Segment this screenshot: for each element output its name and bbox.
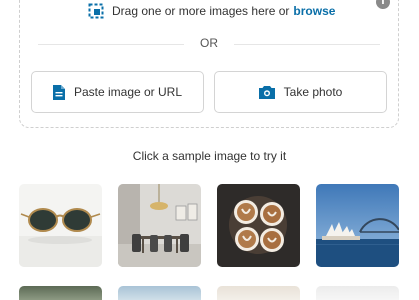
sample-image-dining-room[interactable]	[118, 184, 201, 267]
sample-image-row2-2[interactable]	[118, 286, 201, 300]
sample-image-row2-3[interactable]	[217, 286, 300, 300]
document-icon	[52, 84, 65, 100]
sample-images-title: Click a sample image to try it	[132, 149, 287, 163]
take-photo-button[interactable]: Take photo	[214, 71, 387, 113]
divider-line-left	[38, 44, 184, 45]
divider-line-right	[234, 44, 380, 45]
drag-text: Drag one or more images here or	[112, 4, 290, 18]
paste-image-button[interactable]: Paste image or URL	[31, 71, 204, 113]
sample-image-sunglasses[interactable]	[19, 184, 102, 267]
or-divider: OR	[38, 36, 380, 52]
image-select-icon	[88, 3, 104, 19]
camera-icon	[258, 85, 275, 99]
sample-image-row2-4[interactable]	[316, 286, 399, 300]
drag-instructions: Drag one or more images here or browse	[88, 2, 335, 20]
paste-label: Paste image or URL	[73, 85, 183, 99]
sample-image-row2-1[interactable]	[19, 286, 102, 300]
browse-link[interactable]: browse	[293, 4, 335, 18]
sample-image-latte-art[interactable]	[217, 184, 300, 267]
photo-label: Take photo	[283, 85, 343, 99]
sample-image-sydney-harbour[interactable]	[316, 184, 399, 267]
or-text: OR	[200, 36, 218, 50]
